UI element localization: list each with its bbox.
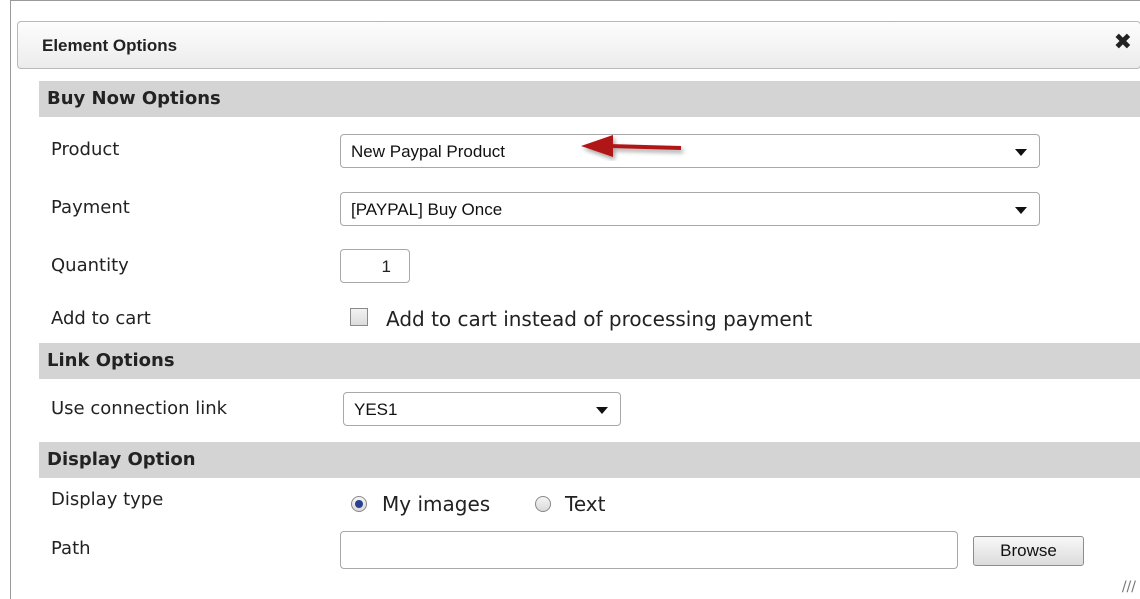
product-label: Product: [51, 139, 120, 160]
connection-link-select[interactable]: YES1: [343, 392, 621, 426]
radio-text-label: Text: [565, 492, 606, 516]
quantity-label: Quantity: [51, 255, 129, 276]
add-to-cart-checkbox[interactable]: [350, 308, 368, 326]
add-to-cart-checkbox-label: Add to cart instead of processing paymen…: [386, 307, 813, 331]
payment-select[interactable]: [PAYPAL] Buy Once: [340, 192, 1040, 226]
radio-my-images-label: My images: [382, 492, 491, 516]
section-buy-now-title: Buy Now Options: [47, 88, 221, 109]
quantity-input[interactable]: 1: [340, 249, 410, 283]
display-type-label: Display type: [51, 489, 164, 510]
payment-label: Payment: [51, 197, 130, 218]
section-display-option-title: Display Option: [47, 449, 196, 470]
radio-my-images[interactable]: [351, 496, 367, 512]
resize-grip-icon[interactable]: ///: [1122, 579, 1136, 595]
connection-link-label: Use connection link: [51, 398, 228, 419]
chevron-down-icon: [1015, 149, 1027, 156]
product-select-value: New Paypal Product: [351, 142, 506, 161]
payment-select-value: [PAYPAL] Buy Once: [351, 200, 503, 219]
radio-text[interactable]: [535, 496, 551, 512]
quantity-value: 1: [381, 257, 391, 276]
add-to-cart-label: Add to cart: [51, 308, 151, 329]
connection-link-value: YES1: [354, 400, 398, 419]
path-label: Path: [51, 538, 91, 559]
close-icon[interactable]: ✖: [1114, 32, 1132, 54]
dialog-title: Element Options: [42, 36, 178, 55]
section-buy-now: Buy Now Options: [39, 81, 1140, 117]
path-input[interactable]: [340, 531, 958, 569]
browse-button[interactable]: Browse: [973, 536, 1084, 566]
section-link-options: Link Options: [39, 343, 1140, 379]
annotation-arrow-icon: [581, 135, 682, 157]
dialog-titlebar: Element Options ✖: [17, 21, 1140, 69]
section-link-options-title: Link Options: [47, 350, 175, 371]
chevron-down-icon: [596, 407, 608, 414]
chevron-down-icon: [1015, 207, 1027, 214]
element-options-dialog: Element Options ✖ Buy Now Options Produc…: [10, 0, 1140, 599]
section-display-option: Display Option: [39, 442, 1140, 478]
